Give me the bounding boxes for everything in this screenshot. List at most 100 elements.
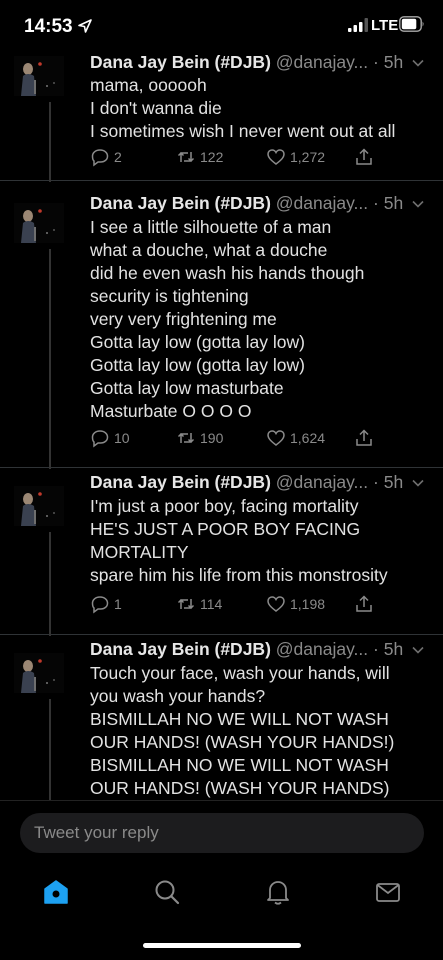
share-icon — [356, 148, 372, 165]
chevron-down-icon[interactable] — [411, 643, 425, 657]
avatar-image — [14, 203, 64, 243]
tweet-text-line: I sometimes wish I never went out at all — [90, 121, 396, 141]
tweet-actions: 1 114 1,198 — [90, 592, 390, 616]
separator-dot: · — [373, 639, 379, 659]
notifications-bell-icon[interactable] — [264, 878, 292, 906]
retweet-icon — [177, 151, 195, 163]
reply-icon — [91, 149, 109, 167]
chevron-down-icon[interactable] — [411, 56, 425, 70]
thread-connector-line — [49, 699, 51, 800]
bottom-tab-bar — [0, 862, 443, 922]
separator-dot: · — [373, 472, 379, 492]
tweet-text-line: I don't wanna die — [90, 98, 222, 118]
tweet-text-line: Gotta lay low (gotta lay low) — [90, 332, 305, 352]
reply-button[interactable]: 2 — [90, 145, 122, 169]
reply-count: 2 — [114, 149, 122, 165]
status-bar: 14:53 LTE — [0, 0, 443, 52]
location-arrow-icon — [78, 19, 92, 33]
tweet[interactable]: Dana Jay Bein (#DJB) @danajay... · 5h To… — [0, 635, 443, 800]
like-button[interactable]: 1,272 — [266, 145, 325, 169]
avatar[interactable] — [14, 653, 64, 693]
reply-button[interactable]: 10 — [90, 426, 130, 450]
tweet-text-line: spare him his life from this monstrosity — [90, 565, 388, 585]
tweet-text: I'm just a poor boy, facing mortality HE… — [90, 495, 435, 587]
status-time: 14:53 — [24, 16, 73, 37]
thread-connector-line — [49, 532, 51, 636]
retweet-button[interactable]: 122 — [176, 145, 223, 169]
tweet-text-line: Masturbate O O O O — [90, 401, 252, 421]
tweet-text-line: BISMILLAH NO WE WILL NOT WASH — [90, 755, 389, 775]
separator-dot: · — [373, 52, 379, 72]
tweet-text-line: very very frightening me — [90, 309, 277, 329]
home-icon[interactable] — [42, 878, 70, 906]
avatar-image — [14, 653, 64, 693]
tweet-time: 5h — [383, 472, 404, 492]
tweet-text: I see a little silhouette of a man what … — [90, 216, 435, 423]
author-handle[interactable]: @danajay... — [276, 472, 368, 492]
retweet-count: 114 — [200, 596, 223, 612]
avatar[interactable] — [14, 203, 64, 243]
tweet-text-line: OUR HANDS! (WASH YOUR HANDS!) — [90, 732, 395, 752]
retweet-button[interactable]: 190 — [176, 426, 223, 450]
tweet-text-line: OUR HANDS! (WASH YOUR HANDS) — [90, 778, 390, 798]
tweet-text-line: I'm just a poor boy, facing mortality — [90, 496, 359, 516]
retweet-icon — [177, 598, 195, 610]
reply-button[interactable]: 1 — [90, 592, 122, 616]
chevron-down-icon[interactable] — [411, 476, 425, 490]
tweet-text-line: mama, oooooh — [90, 75, 207, 95]
author-handle[interactable]: @danajay... — [276, 193, 368, 213]
network-type: LTE — [371, 17, 399, 34]
battery-icon — [399, 16, 424, 32]
tweet-text-line: Touch your face, wash your hands, will — [90, 663, 390, 683]
tweet-actions: 2 122 1,272 — [90, 145, 390, 169]
heart-icon — [267, 430, 285, 446]
author-name[interactable]: Dana Jay Bein (#DJB) — [90, 193, 271, 213]
author-name[interactable]: Dana Jay Bein (#DJB) — [90, 639, 271, 659]
share-icon — [356, 595, 372, 612]
reply-icon — [91, 430, 109, 448]
reply-bar — [0, 800, 443, 862]
avatar[interactable] — [14, 486, 64, 526]
tweet-text-line: MORTALITY — [90, 542, 189, 562]
avatar[interactable] — [14, 56, 64, 96]
tweet-text-line: Gotta lay low (gotta lay low) — [90, 355, 305, 375]
search-icon[interactable] — [153, 878, 181, 906]
retweet-count: 122 — [200, 149, 224, 165]
separator-dot: · — [373, 193, 379, 213]
chevron-down-icon[interactable] — [411, 197, 425, 211]
author-name[interactable]: Dana Jay Bein (#DJB) — [90, 52, 271, 72]
tweet[interactable]: Dana Jay Bein (#DJB) @danajay... · 5h I … — [0, 181, 443, 469]
retweet-button[interactable]: 114 — [176, 592, 222, 616]
avatar-image — [14, 486, 64, 526]
thread-connector-line — [49, 249, 51, 469]
tweet-text-line: what a douche, what a douche — [90, 240, 328, 260]
reply-count: 1 — [114, 596, 122, 612]
author-handle[interactable]: @danajay... — [276, 639, 368, 659]
tweet-text-line: I see a little silhouette of a man — [90, 217, 332, 237]
share-icon — [356, 429, 372, 446]
heart-icon — [267, 596, 285, 612]
home-indicator[interactable] — [143, 943, 301, 948]
avatar-image — [14, 56, 64, 96]
like-count: 1,198 — [290, 596, 326, 612]
retweet-count: 190 — [200, 430, 224, 446]
author-name[interactable]: Dana Jay Bein (#DJB) — [90, 472, 271, 492]
reply-count: 10 — [114, 430, 130, 446]
reply-icon — [91, 596, 109, 614]
like-button[interactable]: 1,198 — [266, 592, 325, 616]
tweet-reply-input[interactable] — [20, 813, 424, 853]
like-button[interactable]: 1,624 — [266, 426, 325, 450]
share-button[interactable] — [354, 145, 378, 169]
author-handle[interactable]: @danajay... — [276, 52, 368, 72]
messages-mail-icon[interactable] — [374, 878, 402, 906]
share-button[interactable] — [354, 426, 378, 450]
tweet-text: Touch your face, wash your hands, will y… — [90, 662, 435, 800]
like-count: 1,272 — [290, 149, 326, 165]
tweet-thread[interactable]: Dana Jay Bein (#DJB) @danajay... · 5h ma… — [0, 52, 443, 800]
tweet[interactable]: Dana Jay Bein (#DJB) @danajay... · 5h ma… — [0, 52, 443, 182]
tweet-text-line: Gotta lay low masturbate — [90, 378, 284, 398]
thread-connector-line — [49, 102, 51, 182]
tweet-actions: 10 190 1,624 — [90, 426, 390, 450]
share-button[interactable] — [354, 592, 378, 616]
tweet-text: mama, oooooh I don't wanna die I sometim… — [90, 74, 435, 143]
